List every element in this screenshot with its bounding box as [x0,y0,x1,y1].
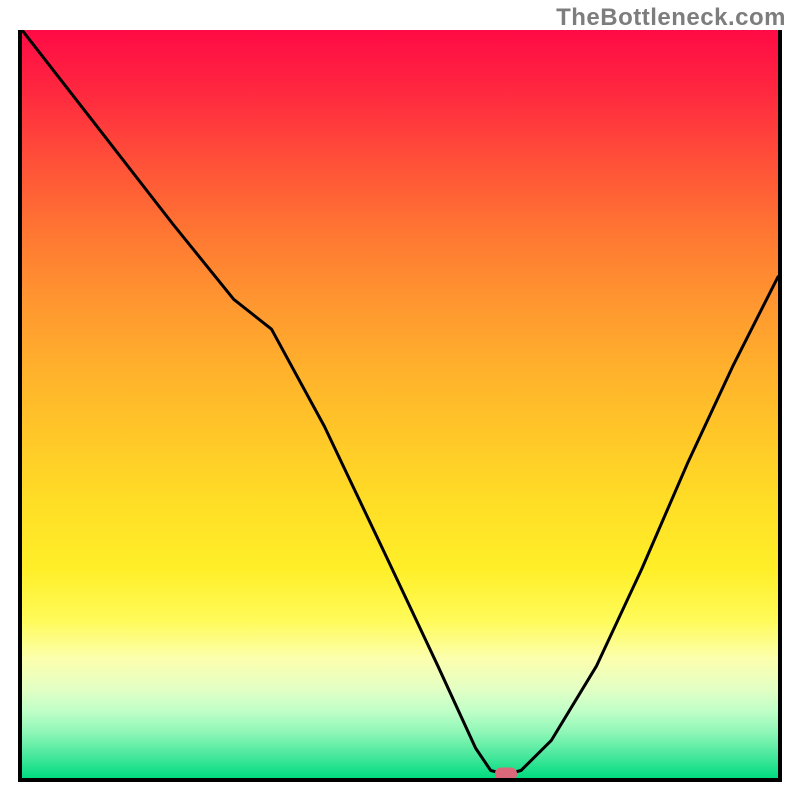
bottleneck-marker [495,768,517,781]
chart-container: TheBottleneck.com [0,0,800,800]
watermark-text: TheBottleneck.com [556,4,786,32]
plot-frame [18,30,782,782]
curve-svg [22,30,778,778]
bottleneck-curve [22,30,778,774]
